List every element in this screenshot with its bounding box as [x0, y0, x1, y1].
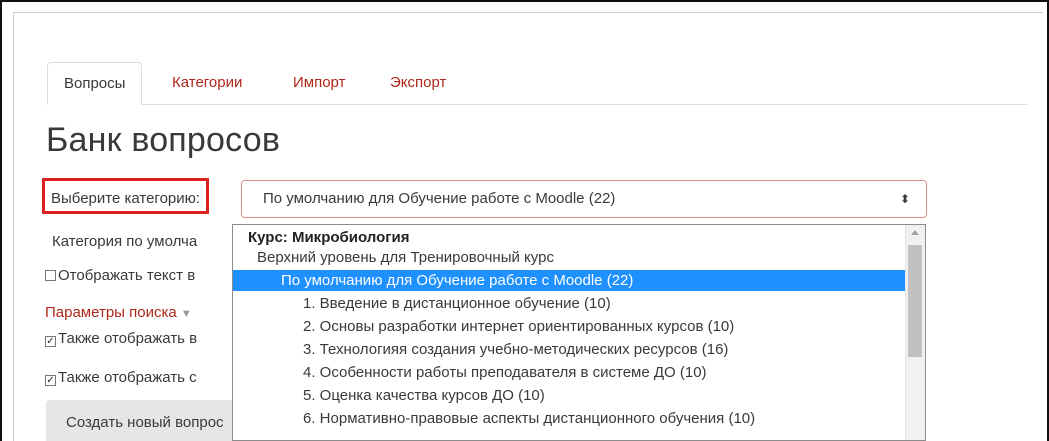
also-show-option-2[interactable]: ✓ Также отображать с — [45, 369, 197, 386]
show-text-option[interactable]: Отображать текст в — [45, 267, 195, 284]
create-question-button[interactable]: Создать новый вопрос — [66, 414, 224, 431]
also-show-checkbox-1[interactable]: ✓ — [45, 336, 56, 347]
tab-import[interactable]: Импорт — [277, 62, 361, 104]
search-params-label: Параметры поиска — [45, 304, 177, 321]
category-label: Выберите категорию: — [42, 178, 210, 214]
scroll-up-arrow-icon[interactable] — [911, 230, 919, 235]
dropdown-option[interactable]: 4. Особенности работы преподавателя в си… — [233, 362, 906, 383]
category-select-value: По умолчанию для Обучение работе с Moodl… — [263, 190, 616, 207]
dropdown-option[interactable]: 2. Основы разработки интернет ориентиров… — [233, 316, 906, 337]
show-text-label: Отображать текст в — [58, 267, 196, 284]
dropdown-option[interactable]: 1. Введение в дистанционное обучение (10… — [233, 293, 906, 314]
dropdown-option[interactable]: Верхний уровень для Тренировочный курс — [233, 247, 925, 268]
select-arrows-icon: ⬍ — [899, 192, 910, 206]
category-dropdown-list[interactable]: Курс: Микробиология Верхний уровень для … — [232, 224, 926, 441]
also-show-label-2: Также отображать с — [58, 369, 197, 386]
show-text-checkbox[interactable] — [45, 270, 56, 281]
scrollbar-thumb[interactable] — [908, 245, 922, 357]
dropdown-option[interactable]: 5. Оценка качества курсов ДО (10) — [233, 385, 906, 406]
also-show-label-1: Также отображать в — [58, 330, 198, 347]
dropdown-option-selected[interactable]: По умолчанию для Обучение работе с Moodl… — [233, 270, 906, 291]
dropdown-option[interactable]: 3. Технологияя создания учебно-методичес… — [233, 339, 906, 360]
dropdown-option[interactable]: 6. Нормативно-правовые аспекты дистанцио… — [233, 408, 906, 429]
also-show-checkbox-2[interactable]: ✓ — [45, 375, 56, 386]
tab-export[interactable]: Экспорт — [374, 62, 462, 104]
also-show-option-1[interactable]: ✓ Также отображать в — [45, 330, 197, 347]
category-default-text: Категория по умолча — [52, 233, 198, 250]
caret-down-icon: ▼ — [180, 308, 192, 320]
dropdown-group-course: Курс: Микробиология — [248, 229, 410, 246]
dropdown-scrollbar[interactable] — [905, 225, 925, 440]
background-content: Категория по умолча Отображать текст в П… — [0, 0, 232, 441]
category-select[interactable]: По умолчанию для Обучение работе с Moodl… — [241, 180, 927, 218]
search-params-toggle[interactable]: Параметры поиска ▼ — [45, 304, 192, 321]
create-question-panel: Создать новый вопрос — [46, 400, 232, 441]
